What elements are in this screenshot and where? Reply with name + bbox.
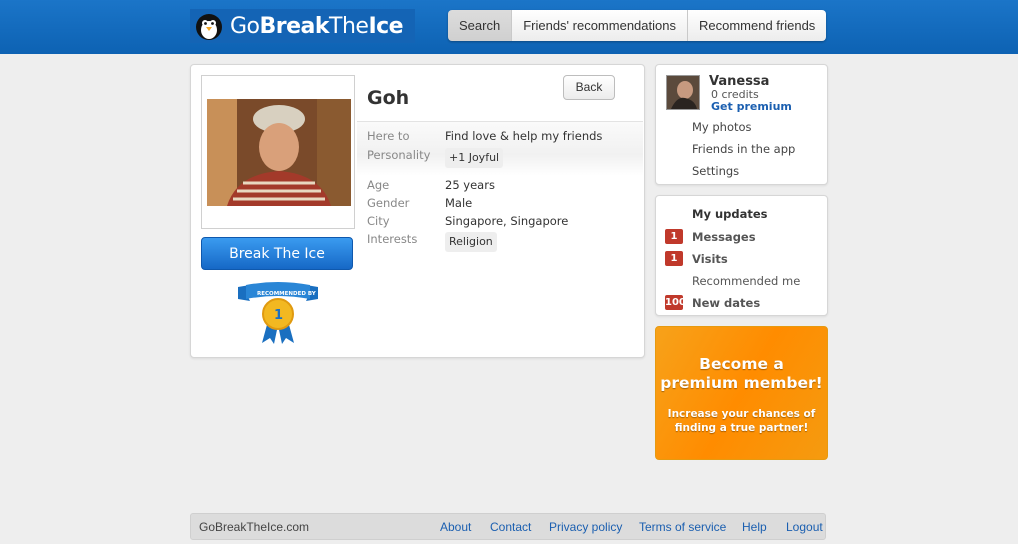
new-dates-count-badge: 100 [665,295,683,310]
tab-search[interactable]: Search [448,10,513,41]
promo-subtitle: Increase your chances of finding a true … [667,408,816,434]
premium-promo-banner[interactable]: Become a premium member! Increase your c… [655,326,828,460]
user-menu: Vanessa 0 credits Get premium My photos … [655,64,828,185]
interests-label: Interests [367,232,418,246]
messages-link[interactable]: Messages [692,230,756,244]
footer-terms-link[interactable]: Terms of service [639,520,726,534]
user-name[interactable]: Vanessa [709,74,769,89]
tab-recommend-friends[interactable]: Recommend friends [687,10,827,41]
ribbon-count: 1 [274,308,283,323]
break-the-ice-button[interactable]: Break The Ice [201,237,353,270]
updates-title: My updates [692,207,768,221]
avatar[interactable] [666,75,700,110]
friends-in-app-link[interactable]: Friends in the app [692,142,795,156]
get-premium-link[interactable]: Get premium [711,100,792,113]
gender-label: Gender [367,196,410,210]
ribbon-label: RECOMMENDED BY [257,291,317,297]
footer-help-link[interactable]: Help [742,520,767,534]
main-nav: Search Friends' recommendations Recommen… [448,10,827,41]
profile-photo[interactable] [207,99,351,206]
visits-link[interactable]: Visits [692,252,728,266]
here-to-value: Find love & help my friends [445,129,603,143]
personality-tag: +1 Joyful [445,148,504,168]
logo-text: GoBreakTheIce [230,13,404,39]
footer: GoBreakTheIce.com About Contact Privacy … [190,513,826,540]
updates-panel: My updates 1 Messages 1 Visits Recommend… [655,195,828,316]
city-label: City [367,214,390,228]
here-to-label: Here to [367,129,410,143]
promo-title: Become a premium member! [660,355,823,392]
footer-copyright: GoBreakTheIce.com [199,520,310,534]
age-label: Age [367,178,390,192]
visits-count-badge: 1 [665,251,683,266]
recommended-ribbon-icon: RECOMMENDED BY 1 [238,282,318,344]
city-value: Singapore, Singapore [445,214,569,228]
gender-value: Male [445,196,473,210]
new-dates-link[interactable]: New dates [692,296,760,310]
profile-photo-frame [201,75,355,229]
tab-friends-recommendations[interactable]: Friends' recommendations [512,10,688,41]
settings-link[interactable]: Settings [692,164,739,178]
age-value: 25 years [445,178,495,192]
my-photos-link[interactable]: My photos [692,120,752,134]
interest-tag[interactable]: Religion [445,232,497,252]
recommended-me-link[interactable]: Recommended me [692,274,800,288]
profile-card: Break The Ice RECOMMENDED BY 1 Goh Back … [190,64,645,358]
top-bar: GoBreakTheIce Search Friends' recommenda… [0,0,1018,54]
footer-privacy-link[interactable]: Privacy policy [549,520,622,534]
footer-logout-link[interactable]: Logout [786,520,823,534]
messages-count-badge: 1 [665,229,683,244]
personality-label: Personality [367,148,431,162]
site-logo[interactable]: GoBreakTheIce [190,9,415,43]
footer-about-link[interactable]: About [440,520,471,534]
penguin-icon [196,14,222,40]
back-button[interactable]: Back [563,75,615,100]
footer-contact-link[interactable]: Contact [490,520,531,534]
profile-name: Goh [367,87,410,109]
